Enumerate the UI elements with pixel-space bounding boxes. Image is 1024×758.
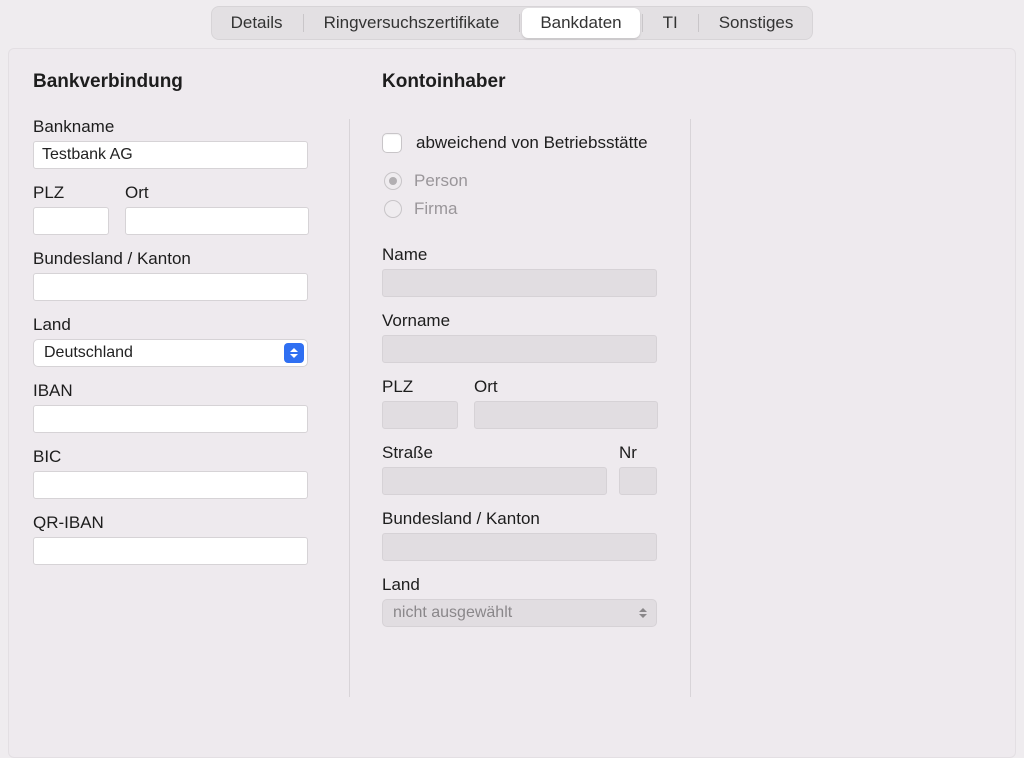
holder-state-label: Bundesland / Kanton xyxy=(382,509,666,529)
tab-separator xyxy=(698,14,699,32)
bic-label: BIC xyxy=(33,447,325,467)
holder-column: Kontoinhaber abweichend von Betriebsstät… xyxy=(350,49,690,757)
bank-plz-label: PLZ xyxy=(33,183,109,203)
bank-ort-input[interactable] xyxy=(125,207,309,235)
bank-state-label: Bundesland / Kanton xyxy=(33,249,325,269)
holder-state-input xyxy=(382,533,657,561)
iban-input[interactable] xyxy=(33,405,308,433)
radio-firma-label: Firma xyxy=(414,199,457,219)
bank-state-input[interactable] xyxy=(33,273,308,301)
column-divider xyxy=(690,119,691,697)
section-title-holder: Kontoinhaber xyxy=(382,71,666,93)
bankname-input[interactable] xyxy=(33,141,308,169)
bank-country-select[interactable]: Deutschland xyxy=(33,339,308,367)
qriban-label: QR-IBAN xyxy=(33,513,325,533)
holder-strasse-input xyxy=(382,467,607,495)
settings-panel: Bankverbindung Bankname PLZ Ort Bundesla… xyxy=(8,48,1016,758)
tab-bankdaten[interactable]: Bankdaten xyxy=(522,8,639,38)
bank-plz-input[interactable] xyxy=(33,207,109,235)
holder-nr-input xyxy=(619,467,657,495)
holder-ort-input xyxy=(474,401,658,429)
radio-firma[interactable] xyxy=(384,200,402,218)
diff-checkbox[interactable] xyxy=(382,133,402,153)
iban-label: IBAN xyxy=(33,381,325,401)
holder-country-select: nicht ausgewählt xyxy=(382,599,657,627)
holder-plz-label: PLZ xyxy=(382,377,458,397)
tab-separator xyxy=(519,14,520,32)
tab-ringversuchszertifikate[interactable]: Ringversuchszertifikate xyxy=(306,8,518,38)
holder-country-label: Land xyxy=(382,575,666,595)
holder-strasse-label: Straße xyxy=(382,443,607,463)
holder-nr-label: Nr xyxy=(619,443,657,463)
tab-details[interactable]: Details xyxy=(213,8,301,38)
holder-ort-label: Ort xyxy=(474,377,658,397)
holder-country-value: nicht ausgewählt xyxy=(393,604,512,621)
updown-icon xyxy=(633,603,653,623)
bank-country-label: Land xyxy=(33,315,325,335)
tab-ti[interactable]: TI xyxy=(645,8,696,38)
tab-separator xyxy=(303,14,304,32)
holder-plz-input xyxy=(382,401,458,429)
bic-input[interactable] xyxy=(33,471,308,499)
tab-separator xyxy=(642,14,643,32)
tab-sonstiges[interactable]: Sonstiges xyxy=(701,8,812,38)
bank-column: Bankverbindung Bankname PLZ Ort Bundesla… xyxy=(9,49,349,757)
bankname-label: Bankname xyxy=(33,117,325,137)
holder-vorname-input xyxy=(382,335,657,363)
diff-checkbox-label: abweichend von Betriebsstätte xyxy=(416,133,648,153)
radio-person[interactable] xyxy=(384,172,402,190)
bank-ort-label: Ort xyxy=(125,183,309,203)
updown-icon xyxy=(284,343,304,363)
qriban-input[interactable] xyxy=(33,537,308,565)
bank-country-value: Deutschland xyxy=(44,344,133,361)
section-title-bank: Bankverbindung xyxy=(33,71,325,93)
holder-name-label: Name xyxy=(382,245,666,265)
holder-name-input xyxy=(382,269,657,297)
radio-person-label: Person xyxy=(414,171,468,191)
tab-bar: Details Ringversuchszertifikate Bankdate… xyxy=(211,6,814,40)
holder-vorname-label: Vorname xyxy=(382,311,666,331)
